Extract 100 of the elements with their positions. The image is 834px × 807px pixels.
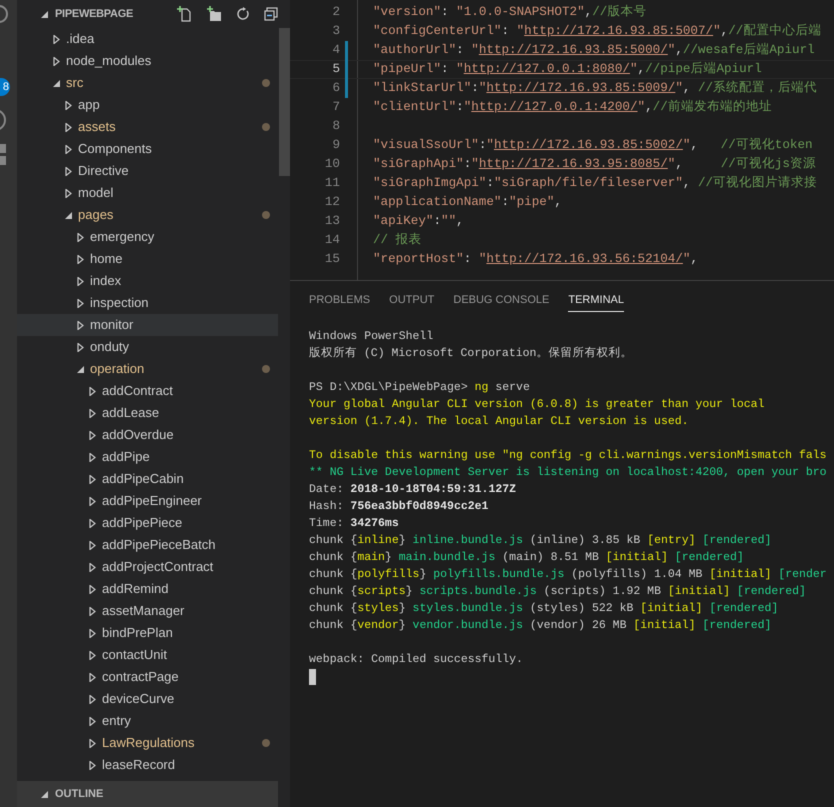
code-line: "applicationName":"pipe",: [373, 194, 562, 212]
line-number: 10: [324, 156, 340, 174]
extensions-icon[interactable]: [0, 144, 6, 166]
folder-name[interactable]: node_modules: [66, 51, 152, 71]
collapsed-arrow-icon[interactable]: [89, 606, 96, 616]
folder-name[interactable]: Components: [78, 139, 152, 159]
panel-tab[interactable]: TERMINAL: [568, 290, 624, 312]
collapsed-arrow-icon[interactable]: [89, 760, 96, 770]
collapse-all-icon[interactable]: [264, 7, 278, 21]
folder-name[interactable]: leaseRecord: [102, 755, 175, 775]
folder-name[interactable]: inspection: [90, 293, 149, 313]
refresh-icon[interactable]: [236, 7, 250, 21]
folder-name[interactable]: addPipeCabin: [102, 469, 184, 489]
collapsed-arrow-icon[interactable]: [89, 672, 96, 682]
folder-name[interactable]: assetManager: [102, 601, 184, 621]
folder-name[interactable]: bindPrePlan: [102, 623, 173, 643]
collapsed-arrow-icon[interactable]: [89, 716, 96, 726]
collapsed-arrow-icon[interactable]: [77, 232, 84, 242]
new-folder-icon[interactable]: [206, 6, 222, 22]
folder-name[interactable]: addPipe: [102, 447, 150, 467]
collapsed-arrow-icon[interactable]: [89, 628, 96, 638]
expanded-arrow-icon[interactable]: [77, 364, 84, 374]
line-number: 9: [331, 137, 340, 154]
folder-name[interactable]: addLease: [102, 403, 160, 423]
collapsed-arrow-icon[interactable]: [89, 518, 96, 528]
outline-arrow-icon[interactable]: [41, 790, 48, 798]
folder-name[interactable]: pages: [78, 205, 114, 225]
collapsed-arrow-icon[interactable]: [89, 386, 96, 396]
terminal-line: chunk {inline} inline.bundle.js (inline) 3.85 kB [entry] [rendered]: [309, 533, 772, 549]
folder-name[interactable]: index: [90, 271, 122, 291]
expanded-arrow-icon[interactable]: [53, 78, 60, 88]
folder-name[interactable]: entry: [102, 711, 131, 731]
folder-name[interactable]: model: [78, 183, 114, 203]
terminal-line: PS D:\XDGL\PipeWebPage> ng serve: [309, 380, 531, 396]
collapsed-arrow-icon[interactable]: [89, 584, 96, 594]
terminal-line: chunk {vendor} vendor.bundle.js (vendor) 26 MB [initial] [rendered]: [309, 618, 772, 634]
expanded-arrow-icon[interactable]: [65, 210, 72, 220]
folder-name[interactable]: app: [78, 95, 100, 115]
folder-name[interactable]: LawRegulations: [102, 733, 195, 753]
collapsed-arrow-icon[interactable]: [89, 452, 96, 462]
collapsed-arrow-icon[interactable]: [65, 166, 72, 176]
collapsed-arrow-icon[interactable]: [53, 56, 60, 66]
collapsed-arrow-icon[interactable]: [65, 122, 72, 132]
folder-name[interactable]: deviceCurve: [102, 689, 174, 709]
code-line: "authorUrl": "http://172.16.93.85:5000/",//wesafe后端Apiurl: [373, 42, 815, 60]
collapsed-arrow-icon[interactable]: [89, 562, 96, 572]
terminal-line: 版权所有 (C) Microsoft Corporation。保留所有权利。: [309, 346, 634, 362]
collapsed-arrow-icon[interactable]: [77, 320, 84, 330]
code-line: "version": "1.0.0-SNAPSHOT2",//版本号: [373, 4, 646, 22]
folder-name[interactable]: contactUnit: [102, 645, 168, 665]
collapsed-arrow-icon[interactable]: [89, 694, 96, 704]
folder-name[interactable]: addOverdue: [102, 425, 174, 445]
collapsed-arrow-icon[interactable]: [89, 540, 96, 550]
folder-name[interactable]: src: [66, 73, 84, 93]
collapse-arrow-icon[interactable]: [41, 10, 48, 18]
folder-name[interactable]: addPipeEngineer: [102, 491, 202, 511]
folder-name[interactable]: addContract: [102, 381, 173, 401]
panel-tab[interactable]: OUTPUT: [389, 290, 434, 312]
code-line: "siGraphApi":"http://172.16.93.95:8085/", //可视化js资源: [373, 156, 816, 174]
collapsed-arrow-icon[interactable]: [77, 342, 84, 352]
collapsed-arrow-icon[interactable]: [89, 408, 96, 418]
folder-name[interactable]: .idea: [66, 29, 94, 49]
folder-name[interactable]: addRemind: [102, 579, 168, 599]
panel-tab[interactable]: DEBUG CONSOLE: [453, 290, 550, 312]
collapsed-arrow-icon[interactable]: [53, 34, 60, 44]
collapsed-arrow-icon[interactable]: [65, 100, 72, 110]
line-number: 7: [331, 99, 340, 116]
source-control-badge: 8: [0, 78, 10, 96]
collapsed-arrow-icon[interactable]: [77, 298, 84, 308]
collapsed-arrow-icon[interactable]: [65, 144, 72, 154]
folder-name[interactable]: assets: [78, 117, 116, 137]
folder-name[interactable]: emergency: [90, 227, 154, 247]
terminal-line: chunk {polyfills} polyfills.bundle.js (polyfills) 1.04 MB [initial] [render: [309, 567, 828, 583]
panel-tab[interactable]: PROBLEMS: [309, 290, 370, 312]
new-file-icon[interactable]: [176, 6, 192, 22]
scrollbar-thumb[interactable]: [279, 28, 290, 176]
collapsed-arrow-icon[interactable]: [89, 496, 96, 506]
folder-name[interactable]: contractPage: [102, 667, 179, 687]
collapsed-arrow-icon[interactable]: [77, 254, 84, 264]
collapsed-arrow-icon[interactable]: [89, 474, 96, 484]
collapsed-arrow-icon[interactable]: [89, 738, 96, 748]
terminal-line: Hash: 756ea3bbf0d8949cc2e1: [309, 499, 490, 515]
folder-name[interactable]: operation: [90, 359, 144, 379]
collapsed-arrow-icon[interactable]: [89, 430, 96, 440]
outline-header[interactable]: OUTLINE: [17, 781, 278, 807]
folder-name[interactable]: addPipePieceBatch: [102, 535, 216, 555]
folder-name[interactable]: addPipePiece: [102, 513, 182, 533]
folder-name[interactable]: onduty: [90, 337, 130, 357]
line-number: 3: [331, 23, 340, 40]
line-number: 11: [324, 175, 340, 192]
line-number: 14: [324, 232, 340, 250]
code-line: "visualSsoUrl":"http://172.16.93.85:5002/", //可视化token: [373, 136, 813, 154]
collapsed-arrow-icon[interactable]: [65, 188, 72, 198]
folder-name[interactable]: home: [90, 249, 123, 269]
folder-name[interactable]: Directive: [78, 161, 129, 181]
code-line: "siGraphImgApi":"siGraph/file/fileserver", //可视化图片请求接: [373, 174, 818, 192]
collapsed-arrow-icon[interactable]: [89, 650, 96, 660]
folder-name[interactable]: addProjectContract: [102, 557, 214, 577]
folder-name[interactable]: monitor: [90, 315, 134, 335]
collapsed-arrow-icon[interactable]: [77, 276, 84, 286]
